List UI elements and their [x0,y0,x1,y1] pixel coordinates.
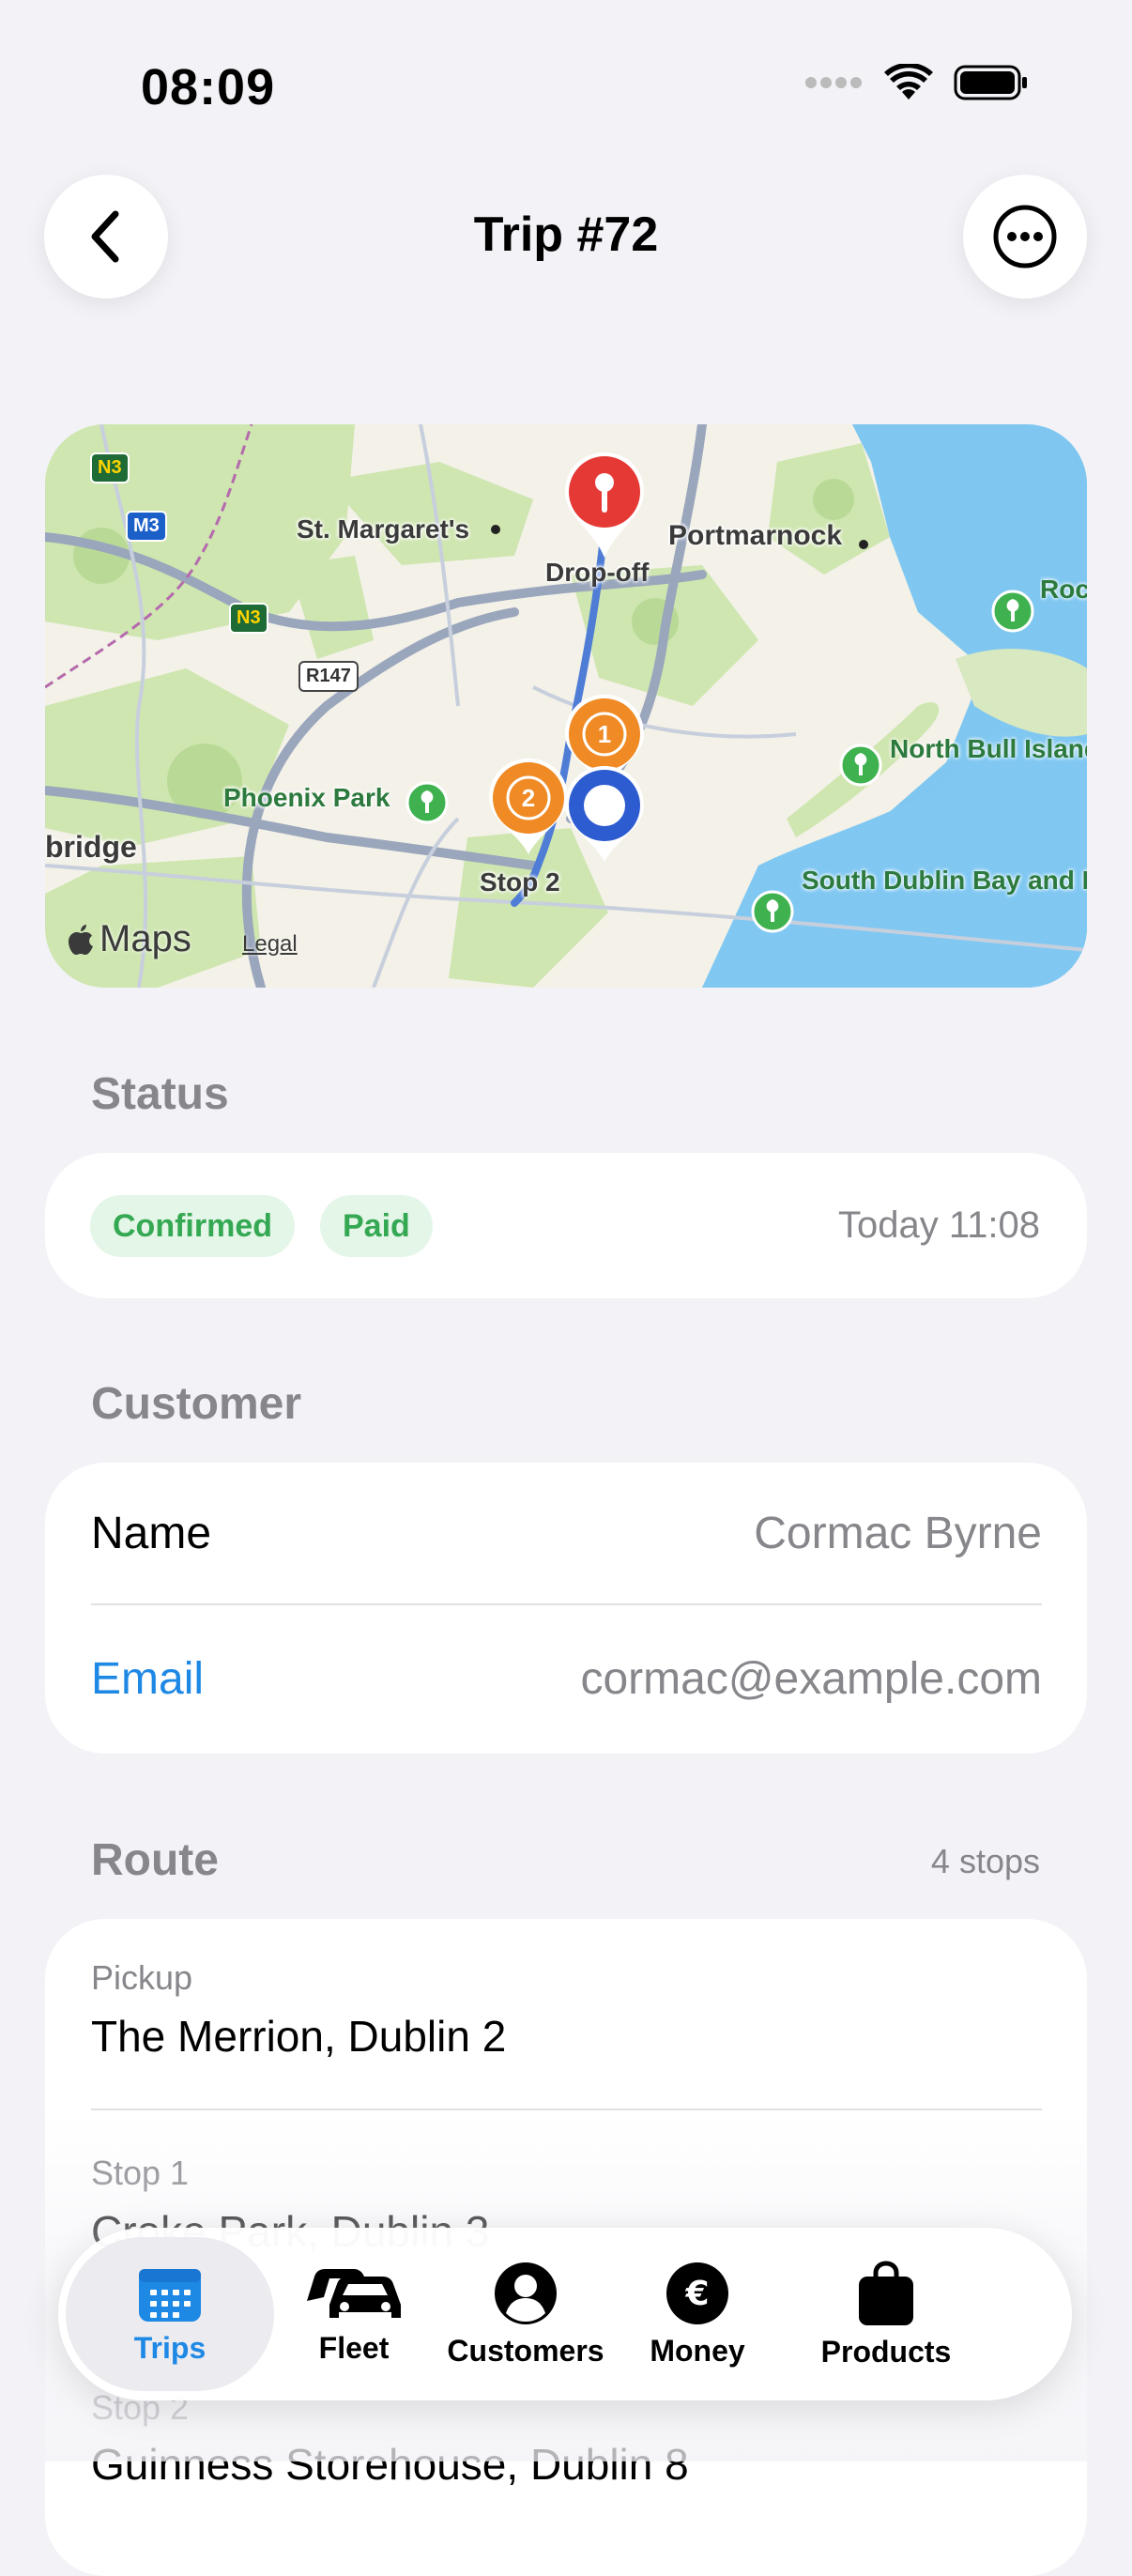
customer-section-title: Customer [91,1379,302,1429]
stop-1-pin-number: 1 [598,720,611,748]
ellipsis-circle-icon [993,205,1057,268]
map-label-north-bull: North Bull Island SPA [890,734,1087,763]
more-button[interactable] [963,175,1087,299]
park-tree-icon [751,890,794,938]
map-label-rock-to: Rock to D Isla [1040,575,1087,604]
svg-text:€: € [684,2275,709,2313]
tab-products-label: Products [820,2334,952,2369]
status-time-label: Today 11:08 [838,1204,1040,1246]
legal-link[interactable]: Legal [242,931,298,958]
tab-products[interactable]: Products [777,2228,995,2400]
calendar-icon [139,2268,201,2322]
map-label-bridge: bridge [45,830,137,864]
road-badge-r147: R147 [298,661,359,692]
wifi-icon [884,64,933,100]
divider [91,1603,1042,1605]
road-badge-n3: N3 [90,452,130,483]
tab-money-label: Money [650,2333,745,2368]
customer-email-value[interactable]: cormac@example.com [580,1653,1042,1705]
apple-logo-icon [69,924,93,955]
bag-icon [859,2260,913,2325]
pickup-pin-icon[interactable] [559,762,650,870]
euro-circle-icon: € [666,2262,728,2324]
maps-wordmark: Maps [99,918,191,959]
route-stop-value: The Merrion, Dublin 2 [91,2012,507,2061]
route-section-title: Route [91,1835,219,1885]
divider [91,2108,1042,2110]
road-badge-n3: N3 [229,603,268,634]
status-card: Confirmed Paid Today 11:08 [45,1153,1087,1298]
tab-trips[interactable]: Trips [66,2237,274,2391]
battery-icon [954,65,1027,100]
map-label-stop2: Stop 2 [480,867,560,897]
customer-name-label: Name [91,1509,212,1558]
person-circle-icon [495,2262,557,2324]
customer-name-value: Cormac Byrne [754,1509,1042,1558]
status-time: 08:09 [141,59,276,115]
tab-customers-label: Customers [447,2333,604,2368]
status-badge-paid: Paid [320,1195,433,1257]
park-tree-icon [405,781,449,829]
tab-customers[interactable]: Customers [434,2228,618,2400]
map-label-south-dublin: South Dublin Bay and River Tolka Estuary… [802,866,1087,895]
status-badge-confirmed: Confirmed [90,1195,295,1257]
tab-bar: Trips Fleet Customers € Money Products [58,2228,1072,2400]
dropoff-pin-icon[interactable] [559,449,650,566]
park-tree-icon [991,590,1034,637]
cellular-icon [805,77,862,88]
apple-maps-logo: Maps [68,918,191,960]
tab-fleet-label: Fleet [318,2330,390,2365]
customer-email-label[interactable]: Email [91,1653,204,1705]
route-stop-label: Stop 1 [91,2154,190,2192]
status-section-title: Status [91,1069,229,1119]
park-tree-icon [839,744,882,791]
cars-icon [307,2268,401,2318]
tab-money[interactable]: € Money [618,2228,777,2400]
route-stop-value: Guinness Storehouse, Dublin 8 [91,2440,689,2489]
stop-2-pin-number: 2 [522,784,535,812]
customer-card: Name Cormac Byrne Email cormac@example.c… [45,1463,1087,1754]
tab-fleet[interactable]: Fleet [274,2228,434,2400]
map-label-portmarnock: Portmarnock [668,520,843,551]
route-stop-label: Pickup [91,1958,193,1997]
map-label-st-margarets: St. Margaret's [297,514,470,544]
map-label-phoenix-park: Phoenix Park [223,783,390,812]
tab-trips-label: Trips [133,2330,207,2365]
route-map[interactable]: St. Margaret's Portmarnock Drop-off Phoe… [45,424,1087,988]
route-stop-count: 4 stops [930,1842,1040,1880]
status-icons [805,64,1029,101]
road-badge-m3: M3 [126,511,167,542]
